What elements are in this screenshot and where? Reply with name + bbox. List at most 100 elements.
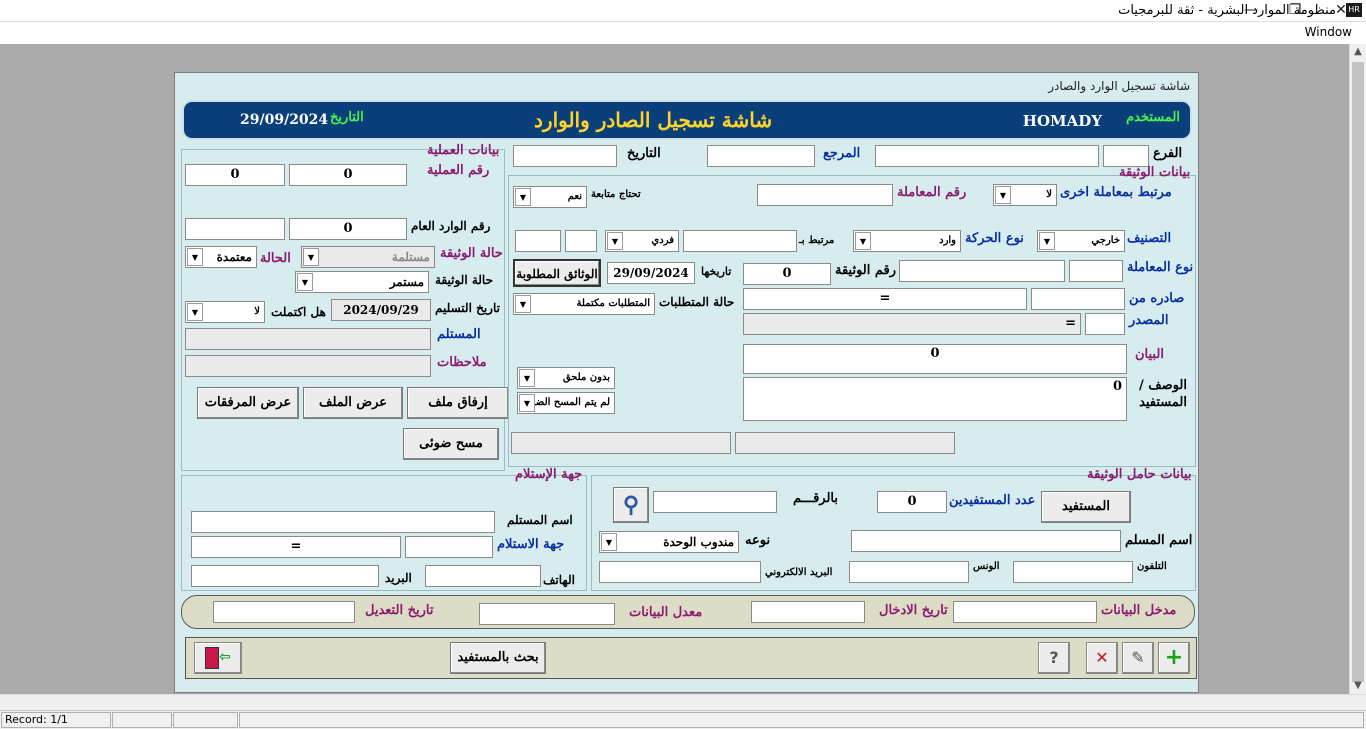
scroll-up-icon[interactable]: ▲ xyxy=(1350,44,1366,60)
branch-field[interactable] xyxy=(875,145,1099,167)
view-attachments-button[interactable]: عرض المرفقات xyxy=(197,387,299,419)
minimize-button[interactable]: — xyxy=(1228,0,1274,22)
chevron-down-icon[interactable]: ▼ xyxy=(1039,232,1055,250)
deliverer-type-select[interactable]: مندوب الوحدة ▼ xyxy=(599,531,739,553)
recv-phone-field[interactable] xyxy=(425,565,541,587)
small-field-b[interactable] xyxy=(515,230,561,252)
linked-by-field[interactable] xyxy=(683,230,797,252)
doc-date-field[interactable]: 29/09/2024 xyxy=(607,262,695,284)
class-select[interactable]: خارجي ▼ xyxy=(1037,230,1125,252)
by-no-field[interactable] xyxy=(653,491,777,513)
recipient-name-label: اسم المستلم xyxy=(507,513,573,527)
chevron-down-icon[interactable]: ▼ xyxy=(519,369,535,387)
chevron-down-icon[interactable]: ▼ xyxy=(515,188,531,206)
attach-file-button[interactable]: إرفاق ملف xyxy=(407,387,509,419)
beneficiary-count-field[interactable]: 0 xyxy=(877,491,947,513)
ref-field[interactable] xyxy=(707,145,815,167)
tx-no-field[interactable] xyxy=(757,184,893,206)
menu-window[interactable]: Window xyxy=(1305,25,1352,39)
chevron-down-icon[interactable]: ▼ xyxy=(601,533,617,551)
chevron-down-icon[interactable]: ▼ xyxy=(855,232,871,250)
op-no-field[interactable]: 0 xyxy=(289,164,407,186)
mod-date-field[interactable] xyxy=(213,601,355,623)
req-state-select[interactable]: المتطلبات مكتملة ▼ xyxy=(513,293,655,315)
menubar: Window xyxy=(0,22,1366,44)
extra-field-a[interactable] xyxy=(735,432,955,454)
notes-field[interactable] xyxy=(185,355,431,377)
entry-date-field[interactable] xyxy=(751,601,865,623)
extra-field-b[interactable] xyxy=(511,432,731,454)
delete-icon[interactable]: ✕ xyxy=(1086,642,1118,674)
chevron-down-icon[interactable]: ▼ xyxy=(995,186,1011,204)
vertical-scrollbar[interactable]: ▲ ▼ xyxy=(1349,44,1366,694)
issued-from-code-field[interactable] xyxy=(1031,288,1125,310)
add-icon[interactable]: + xyxy=(1158,642,1190,674)
delivery-date-field[interactable]: 2024/09/29 xyxy=(331,299,431,321)
fax-field[interactable] xyxy=(849,561,969,583)
modified-by-field[interactable] xyxy=(479,603,615,625)
edit-icon[interactable]: ✎ xyxy=(1122,642,1154,674)
desc-field[interactable]: 0 xyxy=(743,377,1127,421)
scroll-down-icon[interactable]: ▼ xyxy=(1350,678,1366,694)
phone-field[interactable] xyxy=(1013,561,1133,583)
email-field[interactable] xyxy=(599,561,761,583)
attachment-select[interactable]: بدون ملحق ▼ xyxy=(517,367,615,389)
exit-icon[interactable]: ⇦ xyxy=(194,642,242,674)
beneficiary-button[interactable]: المستفيد xyxy=(1041,491,1131,523)
search-icon[interactable]: ⚲ xyxy=(613,487,649,523)
recipient-name-field[interactable] xyxy=(191,511,495,533)
doc-state2-select[interactable]: مستمر ▼ xyxy=(295,271,429,293)
scan-button[interactable]: مسح ضوئى xyxy=(403,428,499,460)
receiving-party-field[interactable]: = xyxy=(191,536,401,558)
desc-label: الوصف / المستفيد xyxy=(1138,378,1187,410)
chevron-down-icon[interactable]: ▼ xyxy=(303,248,319,266)
state-select[interactable]: معتمدة ▼ xyxy=(185,246,257,268)
linked-by-label: مرتبط بـ xyxy=(799,235,835,246)
move-type-label: نوع الحركة xyxy=(965,231,1024,246)
view-file-button[interactable]: عرض الملف xyxy=(303,387,403,419)
followup-select[interactable]: نعم ▼ xyxy=(513,186,587,208)
deliverer-name-field[interactable] xyxy=(851,530,1121,552)
horizontal-scrollbar[interactable] xyxy=(0,694,1366,710)
chevron-down-icon[interactable]: ▼ xyxy=(519,394,535,412)
registration-form: شاشة تسجيل الوارد والصادر المستخدم HOMAD… xyxy=(174,72,1199,693)
move-type-select[interactable]: وارد ▼ xyxy=(853,230,961,252)
op-no2-field[interactable]: 0 xyxy=(185,164,285,186)
deliverer-type-label: نوعه xyxy=(745,533,771,548)
receiving-party-code-field[interactable] xyxy=(405,536,493,558)
single-select[interactable]: فردي ▼ xyxy=(605,230,679,252)
general-in-extra-field[interactable] xyxy=(185,218,285,240)
search-beneficiary-button[interactable]: بحث بالمستفيد xyxy=(450,642,546,674)
small-field-a[interactable] xyxy=(565,230,597,252)
form-header: المستخدم HOMADY شاشة تسجيل الصادر والوار… xyxy=(182,100,1192,140)
entered-by-field[interactable] xyxy=(953,601,1097,623)
tx-type-field[interactable] xyxy=(899,260,1065,282)
chevron-down-icon[interactable]: ▼ xyxy=(187,248,203,266)
general-in-field[interactable]: 0 xyxy=(289,218,407,240)
recv-mail-field[interactable] xyxy=(191,565,379,587)
source-label: المصدر xyxy=(1129,313,1169,328)
scroll-thumb[interactable] xyxy=(1352,62,1364,682)
doc-date-top-field[interactable] xyxy=(513,145,617,167)
branch-code-field[interactable] xyxy=(1103,145,1149,167)
restore-button[interactable]: ❐ xyxy=(1272,0,1318,22)
source-code-field[interactable] xyxy=(1085,313,1125,335)
query-icon[interactable]: ? xyxy=(1038,642,1070,674)
chevron-down-icon[interactable]: ▼ xyxy=(187,303,203,321)
required-docs-button[interactable]: الوثائق المطلوبة xyxy=(513,259,601,287)
chevron-down-icon[interactable]: ▼ xyxy=(297,273,313,291)
doc-state-select[interactable]: مستلمة ▼ xyxy=(301,246,435,268)
scan-status-select[interactable]: لم يتم المسح الضوئي ▼ xyxy=(517,392,615,414)
issued-from-field[interactable]: = xyxy=(743,288,1027,310)
tx-type-code-field[interactable] xyxy=(1069,260,1123,282)
doc-no-field[interactable]: 0 xyxy=(743,263,831,285)
close-button[interactable]: ✕ xyxy=(1318,0,1364,22)
receiver-field[interactable] xyxy=(185,328,431,350)
chevron-down-icon[interactable]: ▼ xyxy=(607,232,623,250)
completed-select[interactable]: لا ▼ xyxy=(185,301,265,323)
statement-field[interactable]: 0 xyxy=(743,344,1127,374)
linked-select[interactable]: لا ▼ xyxy=(993,184,1057,206)
source-field[interactable]: = xyxy=(743,313,1081,335)
operation-section-title: بيانات العملية xyxy=(427,143,500,158)
chevron-down-icon[interactable]: ▼ xyxy=(515,295,531,313)
